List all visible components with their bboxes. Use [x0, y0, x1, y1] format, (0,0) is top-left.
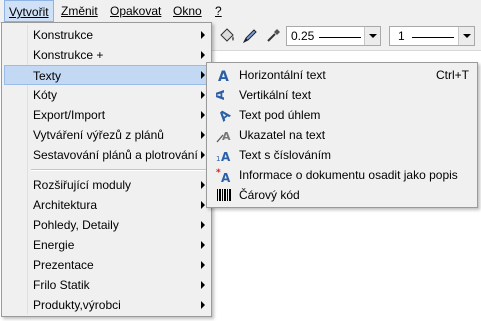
submenu-arrow-icon — [201, 111, 205, 119]
submenu-arrow-icon — [201, 201, 205, 209]
menu-item-prezentace[interactable]: Prezentace — [4, 255, 209, 275]
submenu-arrow-icon — [201, 281, 205, 289]
horizontal-text-icon: A — [218, 69, 229, 83]
submenu-arrow-icon — [201, 261, 205, 269]
submenu-arrow-icon — [201, 31, 205, 39]
menu-item-rozsirujici-moduly[interactable]: Rozšiřující moduly — [4, 175, 209, 195]
svg-text:A: A — [218, 69, 229, 83]
barcode-icon — [217, 189, 231, 201]
menu-vytvorit[interactable]: Vytvořit — [4, 0, 54, 22]
menu-item-vytvareni-vyrezu[interactable]: Vytváření výřezů z plánů — [4, 125, 209, 145]
menu-item-architektura[interactable]: Architektura — [4, 195, 209, 215]
submenu-item-horizontal-text[interactable]: A Horizontální text Ctrl+T — [209, 65, 475, 85]
fill-bucket-icon[interactable] — [218, 27, 236, 45]
submenu-arrow-icon — [201, 151, 205, 159]
submenu-item-vertical-text[interactable]: A Vertikální text — [209, 85, 475, 105]
submenu-item-text-pointer[interactable]: A Ukazatel na text — [209, 125, 475, 145]
line-type-select[interactable]: 1 — [389, 26, 475, 46]
svg-text:A: A — [216, 90, 228, 100]
submenu-arrow-icon — [201, 181, 205, 189]
submenu-arrow-icon — [201, 51, 205, 59]
menu-item-energie[interactable]: Energie — [4, 235, 209, 255]
menu-item-texty[interactable]: Texty — [4, 65, 209, 85]
menu-bar: Vytvořit Změnit Opakovat Okno ? — [0, 0, 481, 23]
create-menu: Konstrukce Konstrukce + Texty Kóty Expor… — [1, 22, 212, 317]
toolbar: 0.25 1 — [210, 22, 481, 51]
angled-text-icon: A — [216, 107, 232, 123]
menu-item-pohledy-detaily[interactable]: Pohledy, Detaily — [4, 215, 209, 235]
submenu-arrow-icon — [201, 241, 205, 249]
svg-text:A: A — [221, 150, 231, 163]
text-pointer-icon: A — [216, 130, 231, 143]
svg-text:A: A — [222, 130, 231, 143]
menu-item-konstrukce[interactable]: Konstrukce — [4, 25, 209, 45]
submenu-arrow-icon — [201, 91, 205, 99]
menu-item-koty[interactable]: Kóty — [4, 85, 209, 105]
submenu-item-angled-text[interactable]: A Text pod úhlem — [209, 105, 475, 125]
menu-opakovat[interactable]: Opakovat — [106, 0, 165, 22]
svg-text:1: 1 — [216, 155, 220, 163]
submenu-arrow-icon — [201, 221, 205, 229]
document-info-icon: * A — [216, 168, 231, 183]
submenu-item-barcode[interactable]: Čárový kód — [209, 185, 475, 205]
menu-item-frilo-statik[interactable]: Frilo Statik — [4, 275, 209, 295]
submenu-item-numbered-text[interactable]: 1 A Text s číslováním — [209, 145, 475, 165]
submenu-item-document-info[interactable]: * A Informace o dokumentu osadit jako po… — [209, 165, 475, 185]
numbered-text-icon: 1 A — [216, 150, 231, 163]
menu-okno[interactable]: Okno — [169, 0, 206, 22]
pen-icon[interactable] — [241, 27, 259, 45]
menu-item-konstrukce-plus[interactable]: Konstrukce + — [4, 45, 209, 65]
svg-text:A: A — [221, 171, 231, 183]
vertical-text-icon: A — [216, 90, 228, 100]
menu-separator — [31, 169, 207, 171]
texty-submenu: A Horizontální text Ctrl+T A Vertikální … — [206, 62, 478, 208]
menu-item-sestavovani-planu[interactable]: Sestavování plánů a plotrování — [4, 145, 209, 165]
chevron-down-icon[interactable] — [458, 27, 474, 45]
chevron-down-icon[interactable] — [364, 27, 380, 45]
menu-item-export-import[interactable]: Export/Import — [4, 105, 209, 125]
menu-zmenit[interactable]: Změnit — [57, 0, 102, 22]
menu-item-produkty-vyrobci[interactable]: Produkty,výrobci — [4, 295, 209, 315]
submenu-arrow-icon — [201, 71, 205, 79]
line-thickness-select[interactable]: 0.25 — [286, 26, 381, 46]
eyedropper-icon[interactable] — [264, 27, 282, 45]
submenu-arrow-icon — [201, 301, 205, 309]
svg-text:A: A — [216, 107, 232, 123]
menu-help[interactable]: ? — [211, 0, 226, 22]
submenu-arrow-icon — [201, 131, 205, 139]
